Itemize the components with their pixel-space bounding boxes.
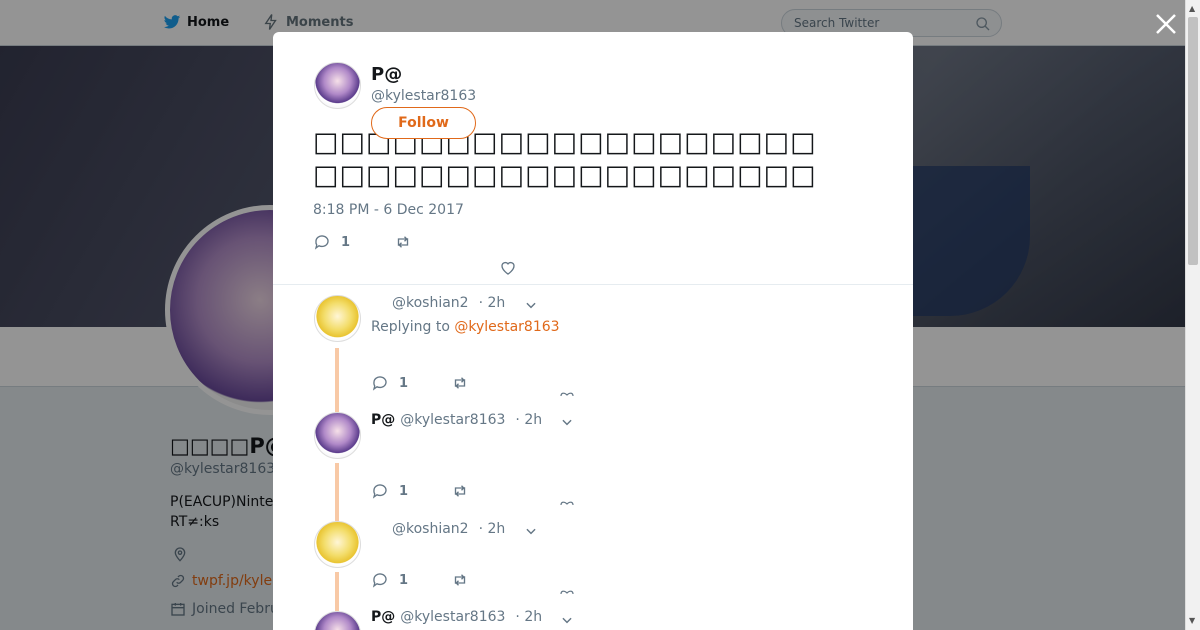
thread-connector	[335, 348, 339, 396]
reply-tweet[interactable]: @koshian2 · 2h Replying to @kylestar8163…	[273, 285, 913, 397]
thread-connector	[335, 572, 339, 595]
scroll-up-arrow-icon[interactable]: ▲	[1189, 4, 1195, 13]
retweet-button[interactable]	[451, 374, 469, 392]
reply-actions: 1	[371, 482, 571, 502]
chevron-down-icon[interactable]	[524, 298, 538, 312]
reply-actions: 1	[371, 374, 571, 394]
reply-count: 1	[399, 375, 409, 391]
retweet-icon	[454, 574, 466, 586]
tweet-text-line: □□□□□□□□□□□□□□□□□□□	[313, 160, 817, 191]
reply-icon	[314, 235, 329, 250]
avatar[interactable]	[314, 295, 361, 342]
chevron-down-icon[interactable]	[560, 415, 574, 429]
retweet-button[interactable]	[451, 482, 469, 500]
close-icon[interactable]	[1154, 12, 1178, 36]
avatar[interactable]	[314, 412, 361, 459]
reply-tweet[interactable]: P@ @kylestar8163 · 2h 1	[273, 396, 913, 506]
retweet-button[interactable]	[394, 233, 412, 251]
retweet-icon	[397, 236, 409, 248]
reply-count: 1	[399, 483, 409, 499]
avatar[interactable]	[314, 521, 361, 568]
reply-tweet[interactable]: @koshian2 · 2h 1	[273, 505, 913, 595]
tweet-author-name[interactable]: P@	[371, 64, 402, 85]
reply-header: P@ @kylestar8163 · 2h	[371, 412, 542, 428]
avatar[interactable]	[314, 62, 361, 109]
reply-count: 1	[341, 234, 351, 250]
heart-icon[interactable]	[499, 259, 517, 277]
avatar[interactable]	[314, 611, 361, 630]
reply-button[interactable]: 1	[371, 482, 408, 500]
reply-author-handle[interactable]: @kylestar8163	[400, 609, 505, 625]
tweet-permalink-modal: P@ @kylestar8163 □□□□□□□□□□□□□□□□□□□ □□□…	[273, 32, 913, 630]
reply-icon	[372, 484, 387, 499]
reply-header: P@ @kylestar8163 · 2h	[371, 609, 542, 625]
chevron-down-icon[interactable]	[524, 524, 538, 538]
thread-connector	[335, 505, 339, 521]
replying-to-label: Replying to	[371, 319, 450, 335]
thread-connector	[335, 595, 339, 611]
reply-author-name[interactable]: P@	[371, 609, 395, 625]
reply-button[interactable]: 1	[313, 233, 350, 251]
tweet-author-handle[interactable]: @kylestar8163	[371, 88, 476, 104]
reply-time[interactable]: · 2h	[515, 609, 542, 625]
reply-time[interactable]: · 2h	[479, 295, 506, 311]
reply-actions: 1	[371, 571, 571, 591]
main-tweet: P@ @kylestar8163 □□□□□□□□□□□□□□□□□□□ □□□…	[273, 32, 913, 285]
reply-author-handle[interactable]: @koshian2	[392, 521, 469, 537]
tweet-timestamp[interactable]: 8:18 PM - 6 Dec 2017	[313, 202, 464, 218]
page-scrollbar[interactable]: ▲ ▼	[1185, 0, 1200, 630]
thread-connector	[335, 463, 339, 505]
replying-to-link[interactable]: @kylestar8163	[454, 319, 559, 335]
scrollbar-thumb[interactable]	[1188, 17, 1198, 265]
reply-count: 1	[399, 572, 409, 588]
reply-author-handle[interactable]: @koshian2	[392, 295, 469, 311]
reply-button[interactable]: 1	[371, 374, 408, 392]
reply-header: @koshian2 · 2h	[371, 295, 505, 311]
reply-time[interactable]: · 2h	[515, 412, 542, 428]
thread-connector	[335, 396, 339, 412]
chevron-down-icon[interactable]	[560, 613, 574, 627]
reply-author-handle[interactable]: @kylestar8163	[400, 412, 505, 428]
retweet-icon	[454, 485, 466, 497]
reply-header: @koshian2 · 2h	[371, 521, 505, 537]
reply-icon	[372, 376, 387, 391]
replying-to: Replying to @kylestar8163	[371, 319, 560, 335]
follow-button[interactable]: Follow	[371, 107, 476, 139]
retweet-button[interactable]	[451, 571, 469, 589]
reply-icon	[372, 573, 387, 588]
scroll-down-arrow-icon[interactable]: ▼	[1189, 616, 1195, 625]
reply-tweet[interactable]: P@ @kylestar8163 · 2h	[273, 595, 913, 630]
reply-time[interactable]: · 2h	[479, 521, 506, 537]
reply-author-name[interactable]: P@	[371, 412, 395, 428]
reply-button[interactable]: 1	[371, 571, 408, 589]
tweet-actions: 1	[313, 233, 613, 255]
retweet-icon	[454, 377, 466, 389]
